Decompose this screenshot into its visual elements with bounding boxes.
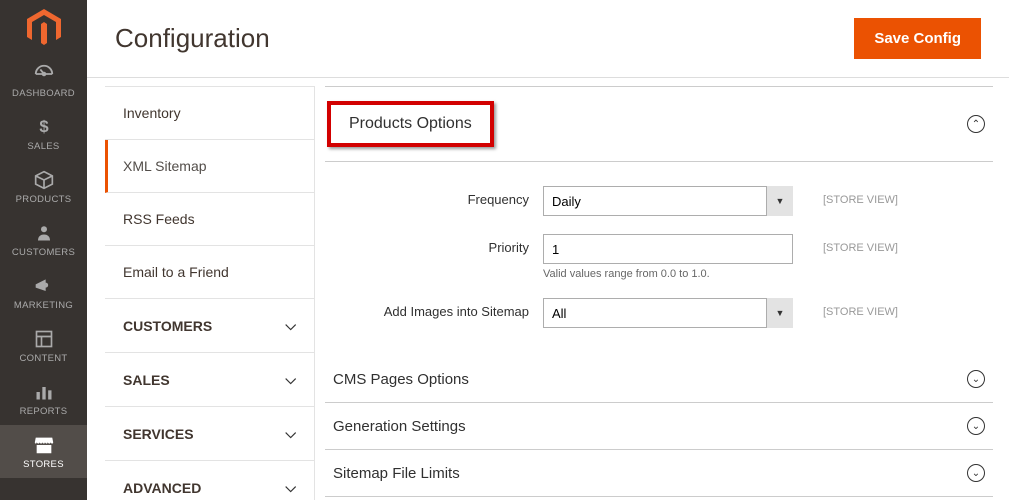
dashboard-icon bbox=[33, 63, 55, 85]
settings-panel: Products Options ⌃ Frequency Daily bbox=[315, 86, 1009, 500]
nav-customers[interactable]: CUSTOMERS bbox=[0, 213, 87, 266]
tab-group-customers[interactable]: CUSTOMERS ⌵ bbox=[105, 299, 314, 353]
nav-label: REPORTS bbox=[20, 406, 68, 417]
field-label: Frequency bbox=[333, 186, 543, 207]
nav-label: DASHBOARD bbox=[12, 88, 75, 99]
collapse-up-icon[interactable]: ⌃ bbox=[967, 115, 985, 133]
section-cms-pages[interactable]: CMS Pages Options ⌄ bbox=[325, 356, 993, 403]
field-frequency: Frequency Daily [STORE VIEW] bbox=[333, 186, 985, 216]
frequency-select[interactable]: Daily bbox=[543, 186, 793, 216]
field-priority: Priority Valid values range from 0.0 to … bbox=[333, 234, 985, 280]
nav-label: MARKETING bbox=[14, 300, 73, 311]
section-file-limits[interactable]: Sitemap File Limits ⌄ bbox=[325, 450, 993, 497]
layout-icon bbox=[33, 328, 55, 350]
megaphone-icon bbox=[33, 275, 55, 297]
section-title: Products Options bbox=[349, 115, 472, 132]
tab-xml-sitemap[interactable]: XML Sitemap bbox=[105, 140, 314, 193]
field-add-images: Add Images into Sitemap All [STORE VIEW] bbox=[333, 298, 985, 328]
section-products-options[interactable]: Products Options ⌃ bbox=[325, 86, 993, 162]
page-header: Configuration Save Config bbox=[87, 0, 1009, 78]
highlight-annotation: Products Options bbox=[327, 101, 494, 147]
collapse-down-icon[interactable]: ⌄ bbox=[967, 464, 985, 482]
tab-group-label: SERVICES bbox=[123, 426, 194, 442]
svg-text:$: $ bbox=[39, 117, 49, 136]
chevron-down-icon: ⌵ bbox=[285, 425, 296, 442]
section-title: CMS Pages Options bbox=[333, 371, 469, 388]
nav-label: STORES bbox=[23, 459, 64, 470]
tab-inventory[interactable]: Inventory bbox=[105, 86, 314, 140]
nav-label: CUSTOMERS bbox=[12, 247, 75, 258]
section-title: Generation Settings bbox=[333, 418, 466, 435]
tab-group-label: CUSTOMERS bbox=[123, 318, 212, 334]
chevron-down-icon: ⌵ bbox=[285, 317, 296, 334]
nav-sales[interactable]: $ SALES bbox=[0, 107, 87, 160]
tab-email-friend[interactable]: Email to a Friend bbox=[105, 246, 314, 299]
store-icon bbox=[33, 434, 55, 456]
admin-nav-sidebar: DASHBOARD $ SALES PRODUCTS CUSTOMERS MAR… bbox=[0, 0, 87, 500]
chevron-down-icon: ⌵ bbox=[285, 479, 296, 496]
nav-reports[interactable]: REPORTS bbox=[0, 372, 87, 425]
nav-label: SALES bbox=[27, 141, 59, 152]
scope-label: [STORE VIEW] bbox=[793, 234, 923, 254]
config-tabs: Inventory XML Sitemap RSS Feeds Email to… bbox=[105, 86, 315, 500]
tab-group-services[interactable]: SERVICES ⌵ bbox=[105, 407, 314, 461]
dollar-icon: $ bbox=[33, 116, 55, 138]
field-hint: Valid values range from 0.0 to 1.0. bbox=[543, 268, 793, 280]
nav-products[interactable]: PRODUCTS bbox=[0, 160, 87, 213]
bar-chart-icon bbox=[33, 381, 55, 403]
nav-stores[interactable]: STORES bbox=[0, 425, 87, 478]
box-icon bbox=[33, 169, 55, 191]
products-options-body: Frequency Daily [STORE VIEW] Priority bbox=[325, 162, 993, 356]
field-label: Priority bbox=[333, 234, 543, 255]
section-generation[interactable]: Generation Settings ⌄ bbox=[325, 403, 993, 450]
tab-group-advanced[interactable]: ADVANCED ⌵ bbox=[105, 461, 314, 500]
nav-label: CONTENT bbox=[19, 353, 67, 364]
save-config-button[interactable]: Save Config bbox=[854, 18, 981, 59]
chevron-down-icon: ⌵ bbox=[285, 371, 296, 388]
add-images-select[interactable]: All bbox=[543, 298, 793, 328]
nav-content[interactable]: CONTENT bbox=[0, 319, 87, 372]
scope-label: [STORE VIEW] bbox=[793, 186, 923, 206]
tab-group-sales[interactable]: SALES ⌵ bbox=[105, 353, 314, 407]
section-title: Sitemap File Limits bbox=[333, 465, 460, 482]
nav-marketing[interactable]: MARKETING bbox=[0, 266, 87, 319]
collapse-down-icon[interactable]: ⌄ bbox=[967, 417, 985, 435]
tab-group-label: ADVANCED bbox=[123, 480, 201, 496]
nav-dashboard[interactable]: DASHBOARD bbox=[0, 54, 87, 107]
nav-label: PRODUCTS bbox=[16, 194, 72, 205]
tab-rss-feeds[interactable]: RSS Feeds bbox=[105, 193, 314, 246]
tab-group-label: SALES bbox=[123, 372, 170, 388]
scope-label: [STORE VIEW] bbox=[793, 298, 923, 318]
page-title: Configuration bbox=[115, 23, 270, 54]
priority-input[interactable] bbox=[543, 234, 793, 264]
person-icon bbox=[33, 222, 55, 244]
collapse-down-icon[interactable]: ⌄ bbox=[967, 370, 985, 388]
field-label: Add Images into Sitemap bbox=[333, 298, 543, 319]
magento-logo[interactable] bbox=[24, 8, 64, 48]
